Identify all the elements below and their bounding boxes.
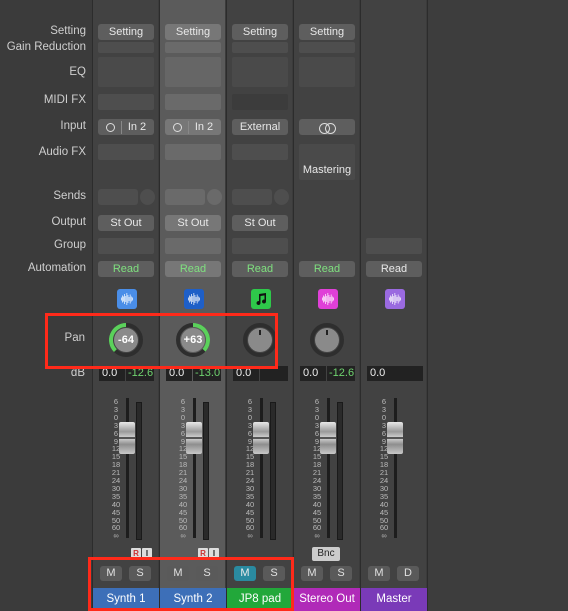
music-note-icon[interactable]	[251, 289, 271, 309]
dim-button[interactable]: D	[397, 566, 419, 581]
channel-name[interactable]: Stereo Out	[294, 588, 360, 611]
fader-track	[260, 398, 263, 538]
bounce-button[interactable]: Bnc	[312, 547, 340, 561]
mastering-plugin[interactable]: Mastering	[299, 162, 355, 178]
label-gain-reduction: Gain Reduction	[6, 41, 86, 53]
eq-thumbnail[interactable]	[165, 57, 221, 87]
label-input: Input	[60, 120, 86, 132]
mono-icon	[105, 122, 115, 132]
channel-strip-stereo-out: Setting Mastering Read 0.0 -12.6 6303691…	[293, 0, 360, 611]
level-meter	[337, 402, 343, 540]
send-knob[interactable]	[140, 189, 155, 205]
level-meter	[136, 402, 142, 540]
input-button[interactable]: In 2	[165, 119, 221, 135]
automation-button[interactable]: Read	[299, 261, 355, 277]
label-automation: Automation	[27, 262, 86, 274]
group-slot[interactable]	[98, 238, 154, 254]
label-audio-fx: Audio FX	[38, 146, 86, 158]
divider	[120, 120, 122, 134]
input-label: In 2	[127, 121, 147, 133]
output-button[interactable]: St Out	[165, 215, 221, 231]
audio-fx-slot[interactable]	[98, 144, 154, 160]
row-labels: Setting Gain Reduction EQ MIDI FX Input …	[0, 0, 92, 611]
mute-button[interactable]: M	[368, 566, 390, 581]
mute-button[interactable]: M	[301, 566, 323, 581]
label-output: Output	[51, 216, 86, 228]
input-button[interactable]: In 2	[98, 119, 154, 135]
channel-name[interactable]: Master	[361, 588, 427, 611]
volume-fader[interactable]	[119, 422, 135, 454]
channel-strip-jp8-pad: Setting External St Out Read 0.0 6303691…	[226, 0, 293, 611]
eq-thumbnail[interactable]	[98, 57, 154, 87]
midi-fx-slot[interactable]	[165, 94, 221, 110]
output-button[interactable]: St Out	[232, 215, 288, 231]
fader-track	[126, 398, 129, 538]
output-button[interactable]: St Out	[98, 215, 154, 231]
input-format-button[interactable]	[299, 119, 355, 135]
fader-track	[394, 398, 397, 538]
mixer-window: Setting Gain Reduction EQ MIDI FX Input …	[0, 0, 568, 611]
waveform-icon[interactable]	[184, 289, 204, 309]
send-slot[interactable]	[232, 189, 272, 205]
setting-button[interactable]: Setting	[232, 24, 288, 40]
audio-fx-slot[interactable]	[232, 144, 288, 160]
label-midi-fx: MIDI FX	[43, 94, 86, 106]
input-label: In 2	[194, 121, 214, 133]
fader-track	[193, 398, 196, 538]
channel-strip-synth-1: Setting In 2 St Out Read -64 0.0 -12.6 6…	[92, 0, 159, 611]
peak-db-value[interactable]: -12.6	[327, 366, 355, 381]
empty-mixer-area	[427, 0, 568, 611]
volume-fader[interactable]	[253, 422, 269, 454]
input-button[interactable]: External	[232, 119, 288, 135]
volume-db-value[interactable]: 0.0	[300, 366, 326, 381]
pan-highlight-box	[45, 313, 278, 369]
mono-icon	[172, 122, 182, 132]
channel-strip-synth-2: Setting In 2 St Out Read +63 0.0 -13.0 6…	[159, 0, 226, 611]
volume-fader[interactable]	[320, 422, 336, 454]
group-slot	[366, 238, 422, 254]
setting-button[interactable]: Setting	[299, 24, 355, 40]
midi-fx-slot[interactable]	[232, 94, 288, 110]
waveform-icon[interactable]	[117, 289, 137, 309]
setting-button[interactable]: Setting	[98, 24, 154, 40]
automation-button[interactable]: Read	[232, 261, 288, 277]
channel-strip-master: Read 0.0 6 3 0 3 6 9 12 15 18 21 24 30 35 40 45 50 60 ∞ M…	[360, 0, 427, 611]
group-slot[interactable]	[165, 238, 221, 254]
gain-reduction-meter	[299, 42, 355, 53]
waveform-icon[interactable]	[318, 289, 338, 309]
send-knob[interactable]	[274, 189, 289, 205]
group-slot[interactable]	[232, 238, 288, 254]
send-slot[interactable]	[98, 189, 138, 205]
divider	[187, 120, 189, 134]
label-setting: Setting	[50, 25, 86, 37]
mute-solo-highlight-box	[88, 557, 294, 611]
waveform-icon[interactable]	[385, 289, 405, 309]
eq-thumbnail[interactable]	[232, 57, 288, 87]
volume-db-value[interactable]: 0.0	[367, 366, 423, 381]
label-sends: Sends	[53, 190, 86, 202]
automation-button[interactable]: Read	[165, 261, 221, 277]
automation-button[interactable]: Read	[98, 261, 154, 277]
volume-fader[interactable]	[186, 422, 202, 454]
stereo-link-icon	[319, 122, 336, 134]
automation-button[interactable]: Read	[366, 261, 422, 277]
label-eq: EQ	[69, 66, 86, 78]
gain-reduction-meter	[165, 42, 221, 53]
eq-thumbnail[interactable]	[299, 57, 355, 87]
fader-track	[327, 398, 330, 538]
label-group: Group	[54, 239, 86, 251]
setting-button[interactable]: Setting	[165, 24, 221, 40]
midi-fx-slot[interactable]	[98, 94, 154, 110]
send-knob[interactable]	[207, 189, 222, 205]
gain-reduction-meter	[98, 42, 154, 53]
level-meter	[270, 402, 276, 540]
solo-button[interactable]: S	[330, 566, 352, 581]
audio-fx-slot[interactable]	[165, 144, 221, 160]
volume-fader[interactable]	[387, 422, 403, 454]
gain-reduction-meter	[232, 42, 288, 53]
balance-knob[interactable]	[309, 322, 345, 358]
level-meter	[203, 402, 209, 540]
send-slot[interactable]	[165, 189, 205, 205]
